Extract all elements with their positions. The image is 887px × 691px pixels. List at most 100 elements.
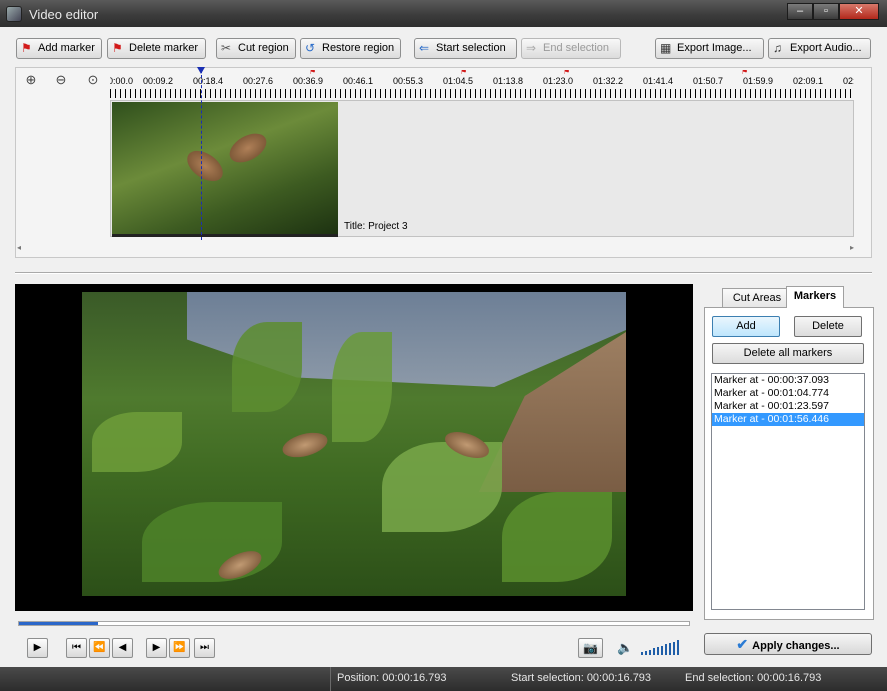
- first-frame-button[interactable]: ⏮: [66, 638, 87, 658]
- scissors-icon: ✂: [221, 41, 232, 55]
- add-marker-label: Add marker: [38, 42, 95, 54]
- checkmark-icon: ✔: [736, 636, 749, 652]
- zoom-in-icon[interactable]: ⊕: [20, 72, 42, 92]
- ruler-label: 0:00.0: [110, 76, 134, 86]
- playhead-handle[interactable]: [197, 67, 205, 74]
- ruler-label: 01:41.4: [643, 76, 674, 86]
- export-audio-button[interactable]: ♫ Export Audio...: [768, 38, 871, 59]
- end-selection-button[interactable]: ⇒ End selection: [521, 38, 621, 59]
- scroll-left-icon[interactable]: ◂: [17, 243, 21, 252]
- volume-bar: [661, 646, 663, 655]
- marker-flag-icon[interactable]: ⚑: [741, 70, 748, 76]
- ruler-label: 00:18.4: [193, 76, 224, 86]
- rewind-button[interactable]: ⏪: [89, 638, 110, 658]
- status-bar: Position: 00:00:16.793 Start selection: …: [0, 667, 887, 691]
- ruler-label: 02:09.1: [793, 76, 824, 86]
- volume-bar: [669, 643, 671, 655]
- playhead-line: [201, 70, 202, 240]
- ruler-label: 01:59.9: [743, 76, 774, 86]
- side-tabs: Cut Areas Markers: [704, 286, 874, 308]
- zoom-out-icon[interactable]: ⊖: [50, 72, 72, 92]
- add-marker-button[interactable]: ⚑ Add marker: [16, 38, 102, 59]
- volume-slider[interactable]: [641, 640, 682, 655]
- progress-fill: [19, 622, 99, 625]
- audio-icon: ♫: [773, 41, 782, 55]
- leaf-shape: [232, 322, 302, 412]
- cut-region-label: Cut region: [238, 42, 289, 54]
- window-title: Video editor: [29, 7, 99, 22]
- maximize-button[interactable]: ▫: [813, 3, 839, 20]
- start-selection-label: Start selection: [436, 42, 506, 54]
- bird-shape: [181, 144, 229, 188]
- play-button[interactable]: ▶: [27, 638, 48, 658]
- clip-strip: [112, 234, 338, 237]
- clip-title: Title: Project 3: [344, 221, 408, 232]
- apply-changes-label: Apply changes...: [752, 640, 840, 652]
- export-image-label: Export Image...: [677, 42, 752, 54]
- zoom-fit-icon[interactable]: ⊙: [82, 72, 104, 92]
- ruler-label: 01:04.5: [443, 76, 474, 86]
- arrow-left-icon: ⇐: [419, 41, 430, 55]
- snapshot-button[interactable]: 📷: [578, 638, 603, 658]
- flag-icon: ⚑: [21, 41, 32, 55]
- ruler-label: 00:46.1: [343, 76, 374, 86]
- camera-icon: 📷: [583, 641, 598, 655]
- export-image-button[interactable]: ▦ Export Image...: [655, 38, 764, 59]
- list-item[interactable]: Marker at - 00:01:23.597: [712, 400, 864, 413]
- minimize-button[interactable]: ‒: [787, 3, 813, 20]
- export-audio-label: Export Audio...: [790, 42, 862, 54]
- delete-all-markers-button[interactable]: Delete all markers: [712, 343, 864, 364]
- marker-flag-icon[interactable]: ⚑: [309, 70, 316, 76]
- arrow-right-icon: ⇒: [526, 41, 537, 55]
- ruler-ticks: [110, 89, 854, 98]
- tab-markers[interactable]: Markers: [786, 286, 844, 308]
- marker-list[interactable]: Marker at - 00:00:37.093 Marker at - 00:…: [711, 373, 865, 610]
- timeline-ruler[interactable]: 0:00.0 00:09.2 00:18.4 00:27.6 00:36.9 0…: [110, 70, 854, 100]
- volume-bar: [673, 642, 675, 655]
- end-selection-label: End selection: [543, 42, 610, 54]
- timeline-scrollbar[interactable]: ◂ ▸: [17, 243, 854, 256]
- add-marker-side-button[interactable]: Add: [712, 316, 780, 337]
- status-start-selection: Start selection: 00:00:16.793: [511, 672, 652, 684]
- prev-frame-button[interactable]: ◀: [112, 638, 133, 658]
- status-end-selection: End selection: 00:00:16.793: [685, 672, 822, 684]
- ruler-label: 01:23.0: [543, 76, 574, 86]
- start-selection-button[interactable]: ⇐ Start selection: [414, 38, 517, 59]
- volume-bar: [645, 651, 647, 655]
- scroll-right-icon[interactable]: ▸: [850, 243, 854, 252]
- forward-button[interactable]: ⏩: [169, 638, 190, 658]
- bird-shape: [224, 127, 272, 169]
- leaf-shape: [502, 492, 612, 582]
- apply-changes-button[interactable]: ✔ Apply changes...: [704, 633, 872, 655]
- clip-thumbnail[interactable]: [112, 102, 338, 234]
- video-editor-window: Video editor ‒ ▫ ✕ ⚑ Add marker ⚑ Delete m…: [0, 0, 887, 691]
- cut-region-button[interactable]: ✂ Cut region: [216, 38, 296, 59]
- restore-region-label: Restore region: [322, 42, 395, 54]
- ruler-label: 01:13.8: [493, 76, 524, 86]
- playback-progress[interactable]: [18, 621, 690, 626]
- volume-bar: [665, 644, 667, 655]
- video-frame: [82, 292, 626, 596]
- film-icon: ▦: [660, 41, 672, 55]
- tab-cut-areas[interactable]: Cut Areas: [722, 288, 792, 308]
- ruler-label: 01:32.2: [593, 76, 624, 86]
- delete-marker-side-button[interactable]: Delete: [794, 316, 862, 337]
- list-item[interactable]: Marker at - 00:01:56.446: [712, 413, 864, 426]
- volume-bar: [649, 650, 651, 655]
- marker-flag-icon[interactable]: ⚑: [563, 70, 570, 76]
- next-frame-button[interactable]: ▶: [146, 638, 167, 658]
- restore-region-button[interactable]: ↺ Restore region: [300, 38, 401, 59]
- speaker-icon[interactable]: 🔈: [617, 640, 633, 656]
- leaf-shape: [142, 502, 282, 582]
- marker-flag-icon[interactable]: ⚑: [460, 70, 467, 76]
- delete-marker-button[interactable]: ⚑ Delete marker: [107, 38, 206, 59]
- ruler-label: 00:36.9: [293, 76, 324, 86]
- last-frame-button[interactable]: ⏭: [194, 638, 215, 658]
- list-item[interactable]: Marker at - 00:01:04.774: [712, 387, 864, 400]
- list-item[interactable]: Marker at - 00:00:37.093: [712, 374, 864, 387]
- panel-divider[interactable]: [15, 272, 872, 274]
- restore-icon: ↺: [305, 41, 316, 55]
- volume-bar: [653, 648, 655, 655]
- ruler-label: 01:50.7: [693, 76, 724, 86]
- close-button[interactable]: ✕: [839, 3, 879, 20]
